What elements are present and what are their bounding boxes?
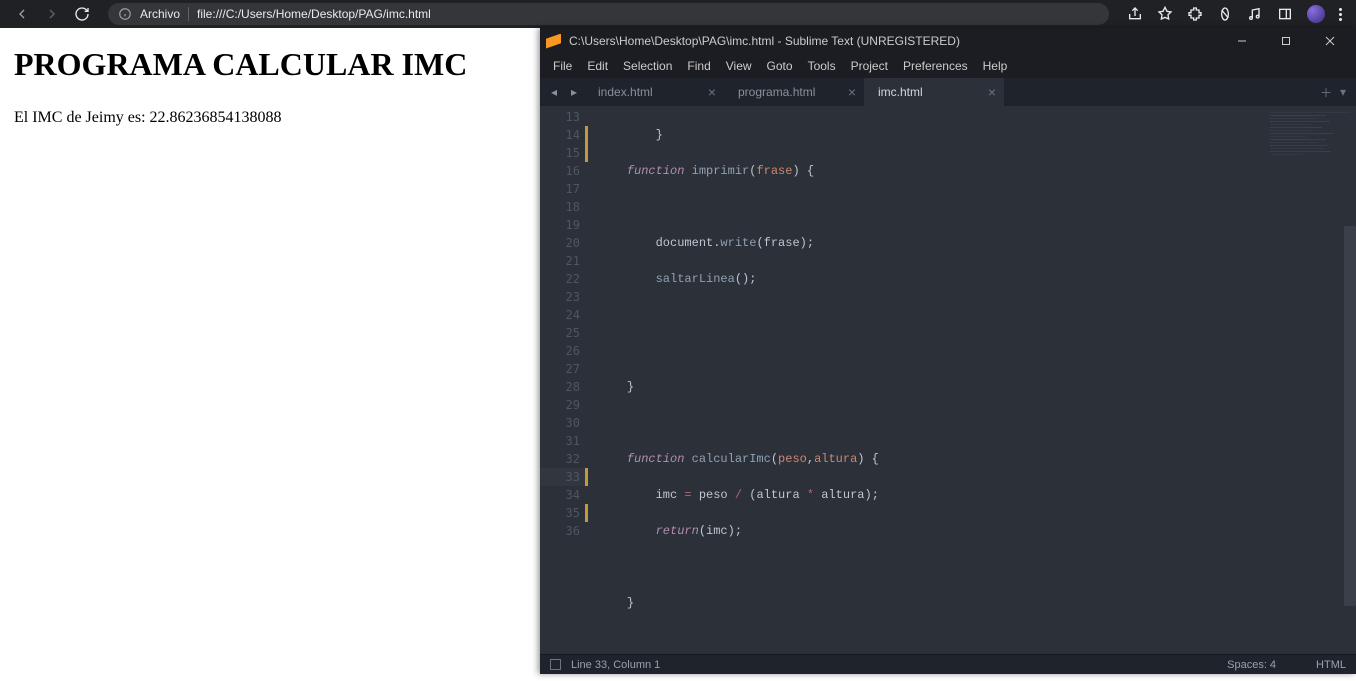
window-titlebar[interactable]: C:\Users\Home\Desktop\PAG\imc.html - Sub…: [540, 28, 1356, 54]
line-number: 14: [540, 126, 588, 144]
menu-help[interactable]: Help: [976, 56, 1015, 76]
tab-label: imc.html: [878, 85, 923, 99]
line-number: 17: [540, 180, 588, 198]
window-close-button[interactable]: [1308, 28, 1352, 54]
window-maximize-button[interactable]: [1264, 28, 1308, 54]
code-editor[interactable]: } function imprimir(frase) { document.wr…: [588, 106, 1246, 654]
line-number: 29: [540, 396, 588, 414]
tab-close-icon[interactable]: ×: [988, 85, 996, 99]
line-number: 31: [540, 432, 588, 450]
line-number: 21: [540, 252, 588, 270]
address-url: file:///C:/Users/Home/Desktop/PAG/imc.ht…: [197, 7, 431, 21]
menu-selection[interactable]: Selection: [616, 56, 679, 76]
line-number: 16: [540, 162, 588, 180]
menu-edit[interactable]: Edit: [580, 56, 615, 76]
share-icon[interactable]: [1127, 6, 1143, 22]
kebab-menu-icon[interactable]: [1339, 8, 1342, 21]
status-panel-icon[interactable]: [550, 659, 561, 670]
menu-view[interactable]: View: [719, 56, 759, 76]
line-number: 28: [540, 378, 588, 396]
nav-back-button[interactable]: [14, 6, 30, 22]
panel-icon[interactable]: [1277, 6, 1293, 22]
address-separator: [188, 7, 189, 21]
line-number: 27: [540, 360, 588, 378]
info-icon: [118, 7, 132, 21]
line-number: 33: [540, 468, 588, 486]
tab-index-html[interactable]: index.html ×: [584, 78, 724, 106]
tab-bar: ◂ ▸ index.html × programa.html × imc.htm…: [540, 78, 1356, 106]
tab-menu-icon[interactable]: ▾: [1340, 85, 1346, 99]
status-position[interactable]: Line 33, Column 1: [571, 659, 660, 671]
line-number: 20: [540, 234, 588, 252]
line-number: 13: [540, 108, 588, 126]
tab-scroll-right[interactable]: ▸: [564, 78, 584, 106]
nav-reload-button[interactable]: [74, 6, 90, 22]
menu-bar: File Edit Selection Find View Goto Tools…: [540, 54, 1356, 78]
oval-icon[interactable]: [1217, 6, 1233, 22]
tab-programa-html[interactable]: programa.html ×: [724, 78, 864, 106]
status-syntax[interactable]: HTML: [1316, 659, 1346, 671]
line-number: 30: [540, 414, 588, 432]
line-number: 25: [540, 324, 588, 342]
window-title: C:\Users\Home\Desktop\PAG\imc.html - Sub…: [569, 34, 960, 48]
line-number: 15: [540, 144, 588, 162]
menu-goto[interactable]: Goto: [760, 56, 800, 76]
minimap-content: [1270, 112, 1350, 192]
status-indent[interactable]: Spaces: 4: [1227, 659, 1276, 671]
address-bar[interactable]: Archivo file:///C:/Users/Home/Desktop/PA…: [108, 3, 1109, 25]
line-number: 34: [540, 486, 588, 504]
line-number: 19: [540, 216, 588, 234]
line-number: 32: [540, 450, 588, 468]
nav-forward-button[interactable]: [44, 6, 60, 22]
menu-tools[interactable]: Tools: [801, 56, 843, 76]
menu-find[interactable]: Find: [680, 56, 717, 76]
tab-close-icon[interactable]: ×: [848, 85, 856, 99]
line-number: 35: [540, 504, 588, 522]
line-number: 23: [540, 288, 588, 306]
line-number-gutter: 1314151617181920212223242526272829303132…: [540, 106, 588, 654]
minimap[interactable]: [1246, 106, 1356, 654]
address-origin-label: Archivo: [140, 7, 180, 21]
new-tab-icon[interactable]: ＋: [1320, 84, 1332, 101]
extensions-icon[interactable]: [1187, 6, 1203, 22]
line-number: 26: [540, 342, 588, 360]
tab-imc-html[interactable]: imc.html ×: [864, 78, 1004, 106]
line-number: 18: [540, 198, 588, 216]
menu-project[interactable]: Project: [844, 56, 895, 76]
scrollbar-vertical[interactable]: [1344, 226, 1356, 606]
window-minimize-button[interactable]: [1220, 28, 1264, 54]
music-icon[interactable]: [1247, 6, 1263, 22]
tab-close-icon[interactable]: ×: [708, 85, 716, 99]
bookmark-star-icon[interactable]: [1157, 6, 1173, 22]
sublime-logo-icon: [546, 34, 561, 49]
line-number: 22: [540, 270, 588, 288]
line-number: 24: [540, 306, 588, 324]
sublime-window: C:\Users\Home\Desktop\PAG\imc.html - Sub…: [540, 28, 1356, 674]
profile-avatar[interactable]: [1307, 5, 1325, 23]
tab-label: index.html: [598, 85, 653, 99]
line-number: 36: [540, 522, 588, 540]
status-bar: Line 33, Column 1 Spaces: 4 HTML: [540, 654, 1356, 674]
menu-file[interactable]: File: [546, 56, 579, 76]
menu-preferences[interactable]: Preferences: [896, 56, 975, 76]
tab-scroll-left[interactable]: ◂: [544, 78, 564, 106]
tab-label: programa.html: [738, 85, 815, 99]
browser-toolbar: Archivo file:///C:/Users/Home/Desktop/PA…: [0, 0, 1356, 28]
